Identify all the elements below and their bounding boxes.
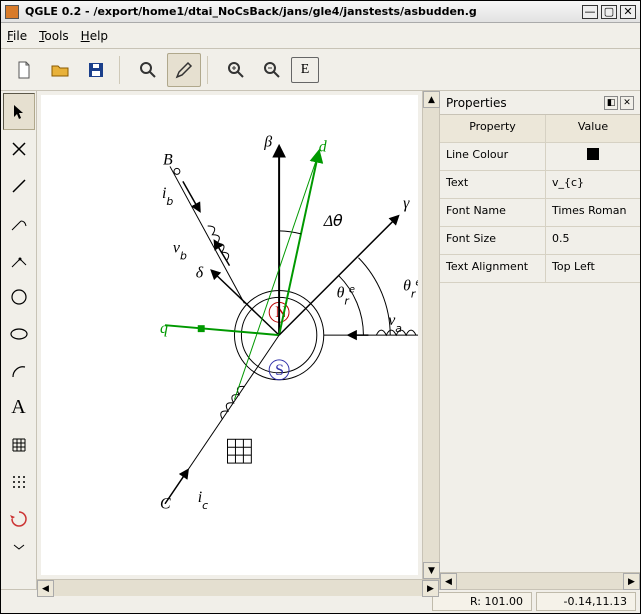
- properties-close-button[interactable]: ✕: [620, 96, 634, 110]
- window-title: QGLE 0.2 - /export/home1/dtai_NoCsBack/j…: [25, 5, 579, 18]
- perp-line-tool[interactable]: [3, 241, 35, 278]
- svg-text:vb: vb: [173, 240, 187, 263]
- pencil-icon: [174, 60, 194, 80]
- scroll-down-button[interactable]: ▼: [423, 562, 440, 579]
- ellipse-tool[interactable]: [3, 315, 35, 352]
- property-row: Text Alignment Top Left: [440, 255, 640, 283]
- save-button[interactable]: [79, 53, 113, 87]
- grid-icon: [9, 435, 29, 455]
- zoom-in-button[interactable]: [219, 53, 253, 87]
- zoom-out-button[interactable]: [255, 53, 289, 87]
- tool-palette: A: [1, 91, 37, 589]
- svg-text:q: q: [160, 320, 168, 337]
- properties-table: Property Value Line Colour Text v_{c} Fo…: [440, 115, 640, 283]
- perp-line-icon: [9, 250, 29, 270]
- svg-text:θre: θre: [337, 284, 355, 307]
- text-value[interactable]: v_{c}: [546, 171, 640, 198]
- line-colour-value[interactable]: [546, 143, 640, 170]
- cross-icon: [9, 139, 29, 159]
- font-name-value[interactable]: Times Roman: [546, 199, 640, 226]
- osnap-icon: [9, 509, 29, 529]
- new-file-icon: [14, 60, 34, 80]
- svg-text:S: S: [275, 362, 284, 379]
- properties-dock-button[interactable]: ◧: [604, 96, 618, 110]
- snap-grid-icon: [9, 472, 29, 492]
- svg-text:γ: γ: [403, 195, 410, 212]
- text-tool[interactable]: A: [3, 389, 35, 426]
- circle-icon: [9, 287, 29, 307]
- properties-header-property: Property: [440, 115, 546, 142]
- scroll-up-button[interactable]: ▲: [423, 91, 440, 108]
- chevron-down-icon: [9, 537, 29, 557]
- open-folder-icon: [50, 60, 70, 80]
- snap-grid-tool[interactable]: [3, 463, 35, 500]
- canvas-horizontal-scrollbar[interactable]: ◀ ▶: [37, 579, 439, 596]
- palette-expand[interactable]: [3, 537, 35, 557]
- zoom-out-icon: [262, 60, 282, 80]
- ellipse-icon: [9, 324, 29, 344]
- menu-file[interactable]: File: [7, 29, 27, 43]
- pointer-icon: [9, 102, 29, 122]
- open-button[interactable]: [43, 53, 77, 87]
- menu-tools[interactable]: Tools: [39, 29, 69, 43]
- edit-mode-button[interactable]: [167, 53, 201, 87]
- osnap-tool[interactable]: [3, 500, 35, 537]
- menu-bar: File Tools Help: [1, 23, 640, 49]
- grid-tool[interactable]: [3, 426, 35, 463]
- svg-text:δ: δ: [196, 265, 204, 282]
- app-icon: [5, 5, 19, 19]
- arc-tool[interactable]: [3, 352, 35, 389]
- canvas-vertical-scrollbar[interactable]: ▲ ▼: [422, 91, 439, 579]
- export-button[interactable]: E: [291, 57, 319, 83]
- maximize-button[interactable]: ▢: [601, 5, 617, 19]
- svg-text:Δθ: Δθ: [323, 211, 343, 230]
- font-size-value[interactable]: 0.5: [546, 227, 640, 254]
- property-row: Line Colour: [440, 143, 640, 171]
- canvas[interactable]: N S β d γ δ: [41, 95, 418, 575]
- circle-tool[interactable]: [3, 278, 35, 315]
- svg-text:d: d: [319, 139, 327, 156]
- pointer-tool[interactable]: [3, 93, 35, 130]
- magnifier-icon: [138, 60, 158, 80]
- status-coords: -0.14,11.13: [536, 592, 636, 611]
- scroll-right-button[interactable]: ▶: [422, 580, 439, 597]
- properties-header-value: Value: [546, 115, 640, 142]
- prop-scroll-right-button[interactable]: ▶: [623, 573, 640, 590]
- svg-text:B: B: [163, 151, 173, 168]
- status-zoom: R: 101.00: [432, 592, 532, 611]
- tangent-line-tool[interactable]: [3, 204, 35, 241]
- svg-text:ib: ib: [162, 185, 173, 208]
- svg-text:β: β: [263, 134, 272, 151]
- minimize-button[interactable]: —: [582, 5, 598, 19]
- property-row: Font Name Times Roman: [440, 199, 640, 227]
- line-colour-swatch: [587, 148, 599, 160]
- text-alignment-value[interactable]: Top Left: [546, 255, 640, 282]
- svg-text:θrest: θrest: [403, 277, 418, 300]
- save-icon: [86, 60, 106, 80]
- zoom-in-icon: [226, 60, 246, 80]
- svg-text:C: C: [160, 496, 171, 513]
- scroll-left-button[interactable]: ◀: [37, 580, 54, 597]
- menu-help[interactable]: Help: [81, 29, 108, 43]
- arc-icon: [9, 361, 29, 381]
- prop-scroll-left-button[interactable]: ◀: [440, 573, 457, 590]
- cross-tool[interactable]: [3, 130, 35, 167]
- canvas-panel: N S β d γ δ: [37, 91, 439, 589]
- svg-text:ic: ic: [198, 489, 208, 512]
- properties-horizontal-scrollbar[interactable]: ◀ ▶: [440, 572, 640, 589]
- new-file-button[interactable]: [7, 53, 41, 87]
- zoom-button[interactable]: [131, 53, 165, 87]
- line-tool[interactable]: [3, 167, 35, 204]
- title-bar: QGLE 0.2 - /export/home1/dtai_NoCsBack/j…: [1, 1, 640, 23]
- tangent-line-icon: [9, 213, 29, 233]
- close-button[interactable]: ✕: [620, 5, 636, 19]
- property-row: Text v_{c}: [440, 171, 640, 199]
- line-icon: [9, 176, 29, 196]
- property-row: Font Size 0.5: [440, 227, 640, 255]
- toolbar: E: [1, 49, 640, 91]
- properties-title: Properties: [446, 96, 507, 110]
- properties-panel: Properties ◧ ✕ Property Value Line Colou…: [439, 91, 640, 589]
